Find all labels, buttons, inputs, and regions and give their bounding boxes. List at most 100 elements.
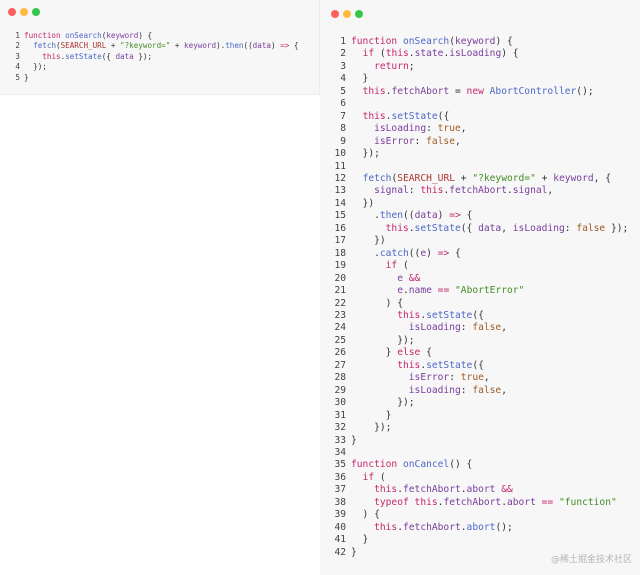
code-token: } (24, 72, 29, 82)
code-text: function onSearch(keyword) { (351, 36, 513, 47)
code-token: name (408, 285, 432, 297)
code-token: if (362, 471, 375, 483)
code-token: : (414, 135, 427, 147)
line-number: 24 (334, 322, 346, 334)
code-token: } (351, 409, 392, 421)
code-token: }); (133, 51, 153, 61)
line-number: 4 (340, 73, 346, 85)
zoom-dot-icon[interactable] (355, 10, 363, 18)
code-text: this.setState({ (351, 360, 484, 371)
minimize-dot-icon[interactable] (343, 10, 351, 18)
code-line: 3 return; (332, 61, 628, 73)
code-editor-abortable: 1 function onSearch(keyword) {2 if (this.… (332, 36, 628, 559)
line-number: 26 (334, 347, 346, 359)
close-dot-icon[interactable] (8, 8, 16, 16)
code-token: , (483, 372, 490, 384)
line-number: 3 (15, 51, 20, 61)
code-line: 7 this.setState({ (332, 111, 628, 123)
code-line: 31 } (332, 410, 628, 422)
line-number: 19 (334, 260, 346, 272)
line-number: 3 (340, 60, 346, 72)
code-token: isLoading (449, 48, 502, 60)
code-token: function (24, 31, 61, 40)
code-text: return; (351, 60, 414, 72)
code-line: 5} (7, 73, 298, 83)
code-line: 34 (332, 447, 628, 459)
code-text: .then((data) => { (351, 210, 472, 221)
code-token: this (362, 85, 386, 97)
code-token: setState (426, 359, 473, 371)
code-text: this.fetchAbort = new AbortController(); (351, 86, 594, 97)
line-number: 5 (15, 72, 20, 82)
code-token: return (374, 60, 409, 72)
code-token: , (455, 135, 461, 147)
code-token: setState (414, 222, 461, 234)
line-number: 17 (334, 235, 346, 247)
code-token: ) { (501, 48, 519, 60)
code-token: keyword (553, 172, 594, 184)
line-number: 2 (15, 41, 20, 51)
close-dot-icon[interactable] (331, 10, 339, 18)
code-line: 5 this.fetchAbort = new AbortController(… (332, 86, 628, 98)
code-token: (); (495, 521, 513, 533)
code-token: this (374, 521, 398, 533)
code-line: 22 ) { (332, 298, 628, 310)
line-number: 33 (334, 434, 346, 446)
code-token: . (351, 210, 380, 222)
code-token: }); (605, 222, 629, 234)
code-text: }); (351, 422, 391, 433)
code-token: isLoading (512, 222, 565, 234)
code-token: data (478, 222, 502, 234)
minimize-dot-icon[interactable] (20, 8, 28, 16)
zoom-dot-icon[interactable] (32, 8, 40, 16)
code-token: then (379, 210, 403, 222)
code-token: onSearch (65, 31, 102, 40)
code-token: SEARCH_URL (60, 41, 107, 51)
code-token: fetch (33, 41, 57, 51)
line-number: 30 (334, 397, 346, 409)
code-token: fetchAbort (403, 484, 461, 496)
code-token: => (280, 41, 290, 51)
code-text: ) { (351, 298, 403, 309)
code-token: "AbortError" (455, 285, 525, 297)
line-number: 41 (334, 534, 346, 546)
code-token: false (426, 135, 455, 147)
code-token: = (449, 85, 467, 97)
code-token: : (460, 322, 473, 334)
code-line: 11 (332, 161, 628, 173)
line-number: 4 (15, 62, 20, 72)
code-token: setState (391, 110, 438, 122)
code-token: signal (512, 185, 548, 197)
code-line: 10 }); (332, 148, 628, 160)
code-text: .catch((e) => { (351, 248, 461, 259)
code-token: + (170, 41, 185, 51)
code-token: : (460, 384, 473, 396)
code-token: this (42, 51, 61, 61)
code-text: fetch(SEARCH_URL + "?keyword=" + keyword… (24, 41, 298, 50)
code-editor-simple: 1 function onSearch(keyword) {2 fetch(SEA… (7, 31, 298, 83)
code-token: this (420, 185, 444, 197)
line-number: 9 (340, 135, 346, 147)
code-token: , (460, 123, 467, 135)
code-token: setState (65, 51, 102, 61)
line-number: 23 (334, 309, 346, 321)
code-token: ) { (351, 297, 403, 309)
code-token: data (115, 51, 134, 61)
code-token: then (225, 41, 244, 51)
code-token: , (501, 384, 507, 396)
code-token: keyword (106, 31, 139, 40)
code-token: keyword (455, 36, 496, 47)
code-token: }); (351, 422, 392, 434)
code-token: : (426, 123, 438, 135)
code-line: 28 isError: true, (332, 372, 628, 384)
code-text: fetch(SEARCH_URL + "?keyword=" + keyword… (351, 173, 611, 184)
line-number: 31 (334, 409, 346, 421)
line-number: 1 (15, 31, 20, 40)
